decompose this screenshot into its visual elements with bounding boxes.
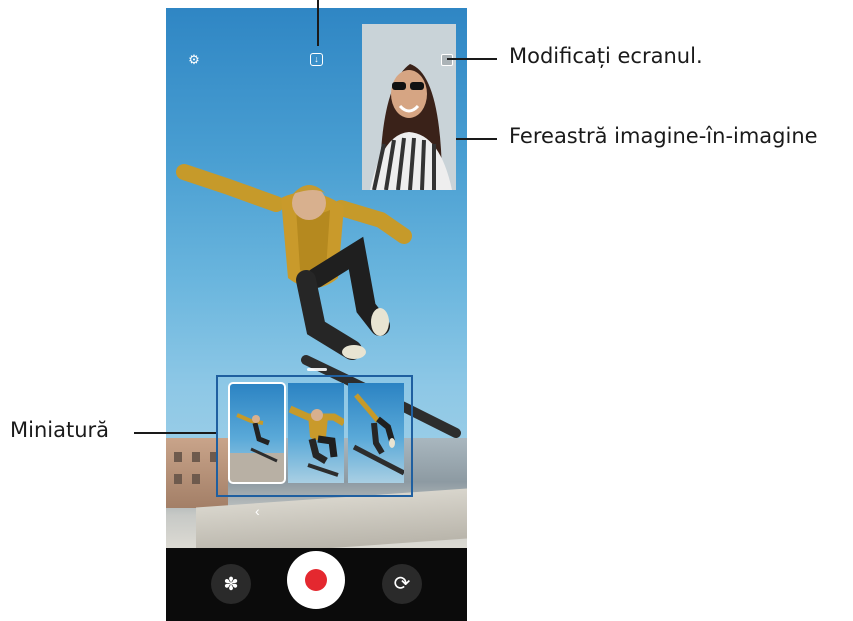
switch-screen-icon[interactable]: [441, 54, 453, 66]
callout-pip-window: Fereastră imagine-în-imagine: [509, 124, 818, 148]
record-icon: [305, 569, 327, 591]
pip-window[interactable]: [362, 24, 456, 190]
camera-flip-icon[interactable]: ⟳: [382, 564, 422, 604]
callout-line-pip: [456, 138, 497, 140]
callout-line-save: [317, 0, 319, 46]
save-download-icon[interactable]: ↓: [310, 53, 323, 66]
callout-thumbnail: Miniatură: [10, 418, 110, 442]
filter-flower-icon[interactable]: ✽: [211, 564, 251, 604]
camera-screen: ⚙ ↓ ‹ ✽ ⟳: [166, 8, 467, 621]
callout-change-screen: Modificați ecranul.: [509, 44, 703, 68]
record-button[interactable]: [287, 551, 345, 609]
callout-line-thumbnail: [134, 432, 216, 434]
settings-gear-icon[interactable]: ⚙: [186, 52, 202, 68]
pip-portrait: [362, 24, 456, 190]
thumbnail-highlight-box: [216, 375, 413, 497]
drag-handle[interactable]: [307, 368, 327, 371]
callout-line-change-screen: [447, 58, 497, 60]
chevron-left-icon[interactable]: ‹: [255, 503, 260, 519]
